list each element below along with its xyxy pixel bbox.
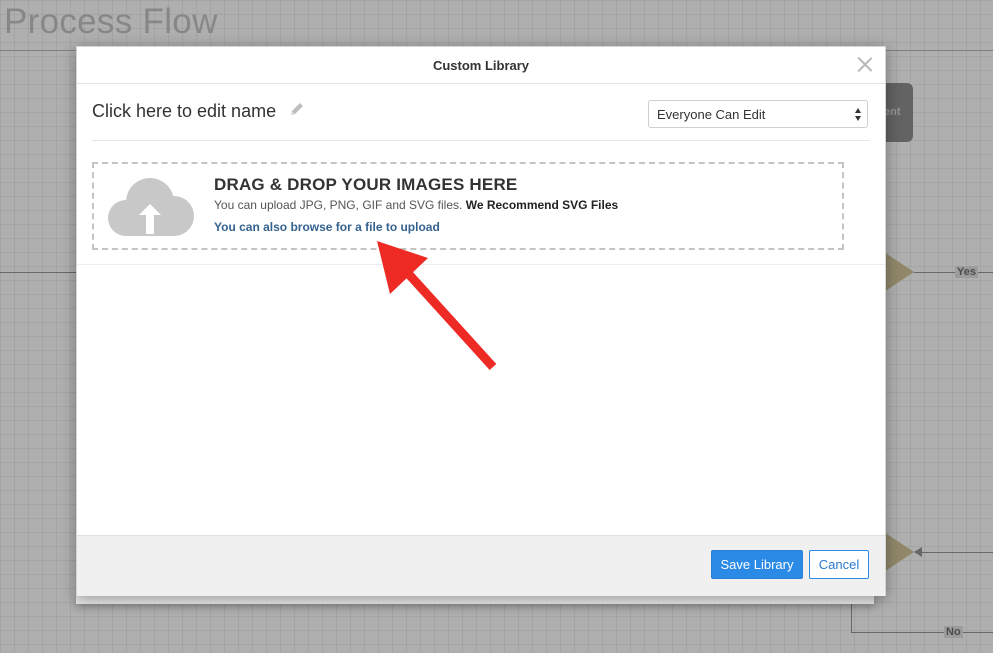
cloud-upload-icon: [108, 178, 194, 236]
permission-selected-value: Everyone Can Edit: [657, 107, 766, 122]
custom-library-dialog: Custom Library Click here to edit name E…: [76, 46, 886, 596]
permission-select[interactable]: Everyone Can Edit: [648, 100, 868, 128]
dialog-title: Custom Library: [432, 58, 530, 73]
pencil-icon[interactable]: [288, 100, 306, 118]
dialog-footer: Save Library Cancel: [77, 535, 885, 596]
dropzone-file-types: You can upload JPG, PNG, GIF and SVG fil…: [214, 198, 463, 212]
library-name-row: Click here to edit name Everyone Can Edi…: [92, 84, 870, 141]
close-icon[interactable]: [857, 56, 873, 72]
image-dropzone[interactable]: DRAG & DROP YOUR IMAGES HERE You can upl…: [92, 162, 844, 250]
dialog-header: Custom Library: [77, 47, 885, 84]
save-library-button[interactable]: Save Library: [711, 550, 803, 579]
cancel-button[interactable]: Cancel: [809, 550, 869, 579]
library-name-editable[interactable]: Click here to edit name: [92, 101, 276, 122]
select-arrows-icon: [855, 108, 863, 122]
upload-area-divider: [77, 264, 885, 265]
browse-file-link[interactable]: You can also browse for a file to upload: [214, 220, 440, 234]
dropzone-description: You can upload JPG, PNG, GIF and SVG fil…: [214, 198, 618, 212]
dropzone-title: DRAG & DROP YOUR IMAGES HERE: [214, 175, 518, 194]
dropzone-recommendation: We Recommend SVG Files: [465, 198, 619, 212]
